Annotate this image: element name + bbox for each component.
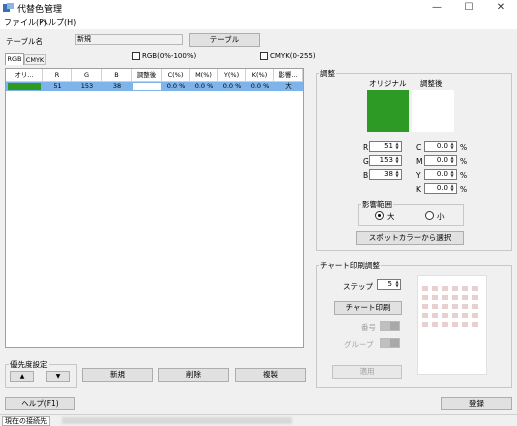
col-c[interactable]: C(%) <box>162 69 190 82</box>
copy-button[interactable]: 複製 <box>235 368 306 382</box>
color-table: オリ... R G B 調整後 C(%) M(%) Y(%) K(%) 影響..… <box>5 68 304 348</box>
number-label: 番号 <box>361 323 376 332</box>
adjusted-label: 調整後 <box>420 79 443 88</box>
rgb-percent-checkbox[interactable] <box>132 52 140 60</box>
k-percent: % <box>460 185 468 194</box>
apply-button[interactable]: 適用 <box>332 365 402 379</box>
m-percent: % <box>460 157 468 166</box>
y-spinner-arrows[interactable]: ▲ ▼ <box>449 170 455 179</box>
number-toggle[interactable] <box>380 321 400 331</box>
tab-cmyk[interactable]: CMYK <box>24 54 46 65</box>
original-color-preview <box>367 90 409 132</box>
col-g[interactable]: G <box>72 69 102 82</box>
chart-preview-grid <box>422 286 484 342</box>
g-spinner-arrows[interactable]: ▲ ▼ <box>394 156 400 165</box>
spot-color-button[interactable]: スポットカラーから選択 <box>356 231 464 245</box>
c-percent: % <box>460 143 468 152</box>
connection-label: 現在の接続先 <box>2 416 50 426</box>
col-r[interactable]: R <box>43 69 72 82</box>
adjusted-color-swatch <box>133 83 161 90</box>
cell-g: 153 <box>80 82 94 90</box>
step-label: ステップ <box>343 282 373 291</box>
original-label: オリジナル <box>369 79 407 88</box>
b-label: B <box>363 171 369 180</box>
table-name-label: テーブル名 <box>6 37 44 46</box>
col-m[interactable]: M(%) <box>190 69 218 82</box>
cell-r: 51 <box>53 82 62 90</box>
chart-print-button[interactable]: チャート印刷 <box>334 301 402 315</box>
table-row[interactable]: 51 153 38 0.0 % 0.0 % 0.0 % 0.0 % 大 <box>6 82 303 91</box>
status-bar: 現在の接続先 <box>0 414 517 426</box>
influence-small-label: 小 <box>437 212 445 221</box>
col-b[interactable]: B <box>102 69 132 82</box>
cell-influence: 大 <box>285 82 292 90</box>
title-bar: 代替色管理 — ☐ ✕ <box>0 0 517 16</box>
rgb-percent-label: RGB(0%-100%) <box>142 52 197 60</box>
k-label: K <box>416 185 421 194</box>
app-icon <box>3 3 14 12</box>
adjust-title: 調整 <box>319 68 336 79</box>
priority-label: 優先度設定 <box>9 359 49 370</box>
minimize-button[interactable]: — <box>422 0 452 16</box>
maximize-button[interactable]: ☐ <box>454 0 484 16</box>
priority-down-button[interactable]: ▼ <box>46 371 70 382</box>
cmyk-range-label: CMYK(0-255) <box>270 52 316 60</box>
b-spinner-arrows[interactable]: ▲ ▼ <box>394 170 400 179</box>
table-button[interactable]: テーブル <box>189 33 260 47</box>
cell-c: 0.0 % <box>166 82 186 90</box>
close-button[interactable]: ✕ <box>486 0 516 16</box>
col-original[interactable]: オリ... <box>6 69 43 82</box>
col-k[interactable]: K(%) <box>246 69 274 82</box>
group-label: グループ <box>344 340 374 349</box>
cell-y: 0.0 % <box>222 82 242 90</box>
cmyk-range-checkbox[interactable] <box>260 52 268 60</box>
m-spinner-arrows[interactable]: ▲ ▼ <box>449 156 455 165</box>
influence-small-radio[interactable] <box>425 211 434 220</box>
m-label: M <box>416 157 423 166</box>
c-spinner-arrows[interactable]: ▲ ▼ <box>449 142 455 151</box>
chart-preview <box>417 275 487 375</box>
y-label: Y <box>416 171 421 180</box>
influence-title: 影響範囲 <box>361 199 393 210</box>
delete-button[interactable]: 削除 <box>158 368 229 382</box>
group-toggle[interactable] <box>380 338 400 348</box>
col-adjusted[interactable]: 調整後 <box>132 69 162 82</box>
original-color-swatch <box>8 83 41 90</box>
k-spinner-arrows[interactable]: ▲ ▼ <box>449 184 455 193</box>
cell-m: 0.0 % <box>194 82 214 90</box>
priority-up-button[interactable]: ▲ <box>10 371 34 382</box>
tab-rgb[interactable]: RGB <box>5 53 24 65</box>
menu-help[interactable]: ヘルプ(H) <box>40 17 76 28</box>
step-spinner-arrows[interactable]: ▲ ▼ <box>394 280 400 289</box>
influence-large-radio[interactable] <box>375 211 384 220</box>
register-button[interactable]: 登録 <box>441 397 512 410</box>
r-spinner-arrows[interactable]: ▲ ▼ <box>394 142 400 151</box>
r-label: R <box>363 143 369 152</box>
cell-b: 38 <box>112 82 122 90</box>
new-button[interactable]: 新規 <box>82 368 153 382</box>
g-label: G <box>363 157 369 166</box>
cell-k: 0.0 % <box>250 82 270 90</box>
adjusted-color-preview <box>412 90 454 132</box>
window-title: 代替色管理 <box>17 5 63 15</box>
help-button[interactable]: ヘルプ(F1) <box>5 397 75 410</box>
chart-print-title: チャート印刷調整 <box>319 260 381 271</box>
col-influence[interactable]: 影響... <box>274 69 303 82</box>
table-name-field[interactable]: 新規 <box>75 34 183 45</box>
c-label: C <box>416 143 422 152</box>
connection-value-redacted <box>62 417 292 424</box>
influence-large-label: 大 <box>387 212 395 221</box>
menu-bar: ファイル(F) ヘルプ(H) <box>0 16 517 29</box>
col-y[interactable]: Y(%) <box>218 69 246 82</box>
y-percent: % <box>460 171 468 180</box>
